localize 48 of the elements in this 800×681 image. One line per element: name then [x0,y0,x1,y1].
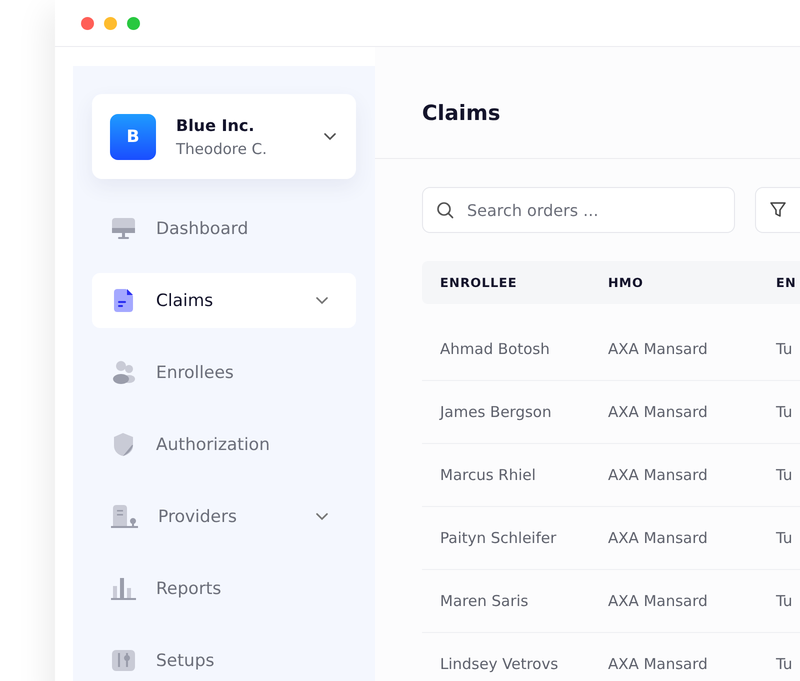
sidebar-item[interactable]: Dashboard [92,201,356,256]
bar-chart-icon [111,576,136,601]
page-title: Claims [422,100,500,124]
close-window-button[interactable] [81,16,94,30]
people-icon [111,360,136,385]
building-icon [111,504,138,529]
table-cell-text: Paityn Schleifer [440,529,558,547]
maximize-window-button[interactable] [127,16,140,30]
table-cell-text: AXA Mansard [608,655,709,673]
table-cell-text: Tu [776,403,794,421]
sidebar-item[interactable]: Reports [92,561,356,616]
table-cell-text: Marcus Rhiel [440,466,537,484]
sidebar-item[interactable]: Providers [92,489,356,544]
table-cell-text: AXA Mansard [608,592,709,610]
workspace-switcher[interactable]: B Blue Inc. Theodore C. [92,94,356,179]
table-cell-text: AXA Mansard [608,466,709,484]
monitor-icon [111,216,136,241]
table-cell-text: Maren Saris [440,592,530,610]
search-field[interactable]: Search orders ... [422,187,735,233]
user-name: Theodore C. [176,140,268,158]
sidebar-item[interactable]: Setups [92,633,356,681]
company-avatar: B [110,114,156,160]
document-icon [111,288,136,313]
table-cell-text: Tu [776,655,794,673]
minimize-window-button[interactable] [104,16,117,30]
filter-button[interactable] [755,187,800,233]
table-cell-text: James Bergson [440,403,552,421]
table-cell-text: AXA Mansard [608,340,709,358]
table-cell-text: Ahmad Botosh [440,340,551,358]
column-header: HMO [608,275,644,290]
settings-icon [111,648,136,673]
table-cell-text: Tu [776,340,794,358]
column-header: ENROLLEE [440,275,518,290]
sidebar-item[interactable]: Enrollees [92,345,356,400]
shield-icon [111,432,136,457]
sidebar-item[interactable]: Claims [92,273,356,328]
column-header: EN [776,275,798,290]
table-cell-text: AXA Mansard [608,529,709,547]
company-name: Blue Inc. [176,116,256,134]
sidebar-item[interactable]: Authorization [92,417,356,472]
chevron-down-icon [324,132,336,140]
table-cell-text: Lindsey Vetrovs [440,655,560,673]
table-cell-text: AXA Mansard [608,403,709,421]
table-cell-text: Tu [776,592,794,610]
table-cell-text: Tu [776,529,794,547]
filter-icon [769,201,787,219]
table-cell-text: Tu [776,466,794,484]
search-icon [436,201,454,219]
